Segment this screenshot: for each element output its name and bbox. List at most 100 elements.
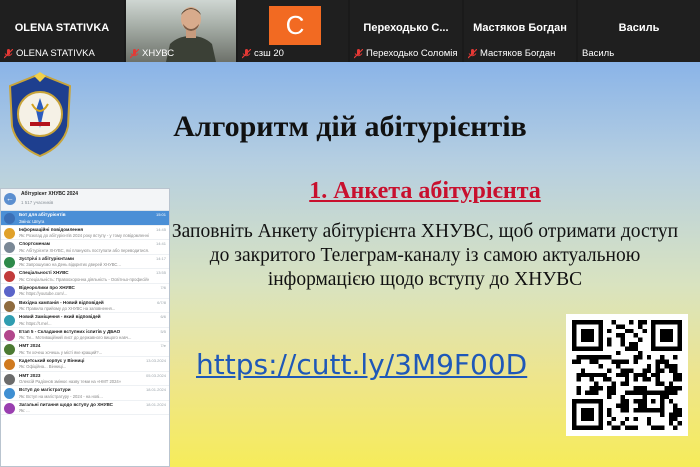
chat-avatar: [4, 213, 15, 224]
telegram-chat-row: НМТ 2023 Олексій Радіонов змінює назву те…: [1, 372, 169, 387]
telegram-header: ← Абітурієнт ХНУВС 2024 1 517 учасників: [1, 189, 169, 211]
telegram-chat-row: Вихідна кампанія - Новий відповідей Як: П…: [1, 299, 169, 314]
chat-avatar: [4, 358, 15, 370]
participant-label-text: Василь: [582, 48, 615, 59]
chat-last-message: Як: Спеціальність: Правоохоронна діяльні…: [19, 276, 149, 282]
participant-display-name: Мастяков Богдан: [473, 22, 567, 34]
chat-time: 7/6: [160, 284, 166, 290]
telegram-chat-row: Загальні питання щодо вступу до ХНУВС Як:…: [1, 401, 169, 416]
chat-time: 5/5: [160, 328, 166, 334]
chat-avatar: [4, 271, 15, 283]
chat-avatar: [4, 388, 15, 400]
chat-avatar: [4, 402, 15, 414]
telegram-chat-list: Бот для абітурієнтів Зміна: Шпуга 15:01 Інф…: [1, 211, 169, 416]
participant-label: ХНУВС: [130, 48, 174, 59]
chat-time: 15:01: [155, 212, 166, 217]
chat-time: 6/6: [160, 314, 166, 320]
telegram-chat-row: Кадетський корпус у Вінниці Як: Офіційна.…: [1, 357, 169, 372]
chat-last-message: Як: Ти... Мотиваційний лист до державног…: [19, 335, 132, 341]
step-title: 1. Анкета абітурієнта: [230, 178, 620, 205]
participant-strip: OLENA STATIVKA OLENA STATIVKA ХНУВС С сз…: [0, 0, 700, 62]
chat-avatar: [4, 300, 15, 312]
chat-last-message: Як: https://youtube.com/...: [19, 291, 68, 297]
participant-label-text: Мастяков Богдан: [480, 48, 556, 59]
chat-avatar: [4, 285, 15, 297]
chat-name: Кадетський корпус у Вінниці: [19, 357, 85, 363]
telegram-group-title: Абітурієнт ХНУВС 2024: [21, 191, 78, 197]
participant-tile-video[interactable]: ХНУВС: [126, 0, 236, 62]
participant-tile-mastiakov[interactable]: Мастяков Богдан Мастяков Богдан: [464, 0, 576, 62]
mic-muted-icon: [4, 48, 13, 59]
chat-last-message: Як: Офіційна... Вінниці...: [19, 364, 67, 370]
chat-name: Вихідна кампанія - Новий відповідей: [19, 299, 104, 305]
mic-muted-icon: [468, 48, 477, 59]
slide-title: Алгоритм дій абітурієнтів: [173, 110, 527, 143]
participant-tile-szsh[interactable]: С сзш 20: [238, 0, 348, 62]
mic-muted-icon: [354, 48, 363, 59]
telegram-chat-row: Спортсменам Як: Абітурієнти ХНУВС, які пл…: [1, 240, 169, 255]
telegram-chat-row: Спеціальності ХНУВС Як: Спеціальність: Пр…: [1, 269, 169, 284]
participant-tile-perekhodko[interactable]: Переходько С... Переходько Соломія: [350, 0, 462, 62]
qr-code: [566, 314, 688, 436]
chat-name: Етап 5 - Складання вступних іспитів у ДБ…: [19, 328, 121, 334]
telegram-chat-row: Бот для абітурієнтів Зміна: Шпуга 15:01: [1, 211, 169, 226]
participant-display-name: Переходько С...: [363, 22, 449, 34]
participant-label: Василь: [582, 48, 614, 59]
telegram-chat-row: Вступ до магістратури Як: Вступ на магіст…: [1, 386, 169, 401]
participant-avatar: С: [269, 6, 321, 45]
chat-last-message: Як: Розклад до абітурієнтів 2024 року вс…: [19, 233, 149, 239]
chat-last-message: Як: https://t.me/...: [19, 320, 52, 326]
participant-label: OLENA STATIVKA: [4, 48, 95, 59]
participant-display-name: Василь: [618, 22, 660, 34]
chat-time: 13:55: [155, 270, 166, 276]
chat-last-message: Олексій Радіонов змінює назву теми на «Н…: [19, 379, 122, 385]
chat-time: 6/7/8: [157, 299, 166, 305]
chat-avatar: [4, 329, 15, 341]
chat-time: 13.03.2024: [145, 357, 166, 363]
chat-avatar: [4, 242, 15, 254]
participant-label: Мастяков Богдан: [468, 48, 555, 59]
chat-time: 7/e: [160, 343, 166, 349]
chat-name: Інформаційні повідомлення: [19, 226, 84, 232]
telegram-chat-row: Зустрічі з абітурієнтами Як: Запрошуємо н…: [1, 255, 169, 270]
telegram-group-subtitle: 1 517 учасників: [21, 200, 54, 205]
chat-avatar: [4, 315, 15, 327]
chat-name: Спеціальності ХНУВС: [19, 270, 69, 276]
chat-time: 14:45: [155, 226, 166, 232]
chat-time: 05.03.2024: [145, 372, 166, 378]
chat-avatar: [4, 373, 15, 385]
shared-screen-slide: Алгоритм дій абітурієнтів ← Абітурієнт Х…: [0, 62, 700, 467]
chat-name: Загальні питання щодо вступу до ХНУВС: [19, 401, 113, 407]
participant-label-text: Переходько Соломія: [366, 48, 458, 59]
chat-name: Вступ до магістратури: [19, 387, 71, 393]
chat-name: Зустрічі з абітурієнтами: [19, 255, 74, 261]
chat-name: НМТ 2023: [19, 372, 41, 378]
chat-avatar: [4, 344, 15, 356]
participant-label: сзш 20: [242, 48, 284, 59]
chat-last-message: Як: ...: [19, 408, 30, 414]
participant-display-name: OLENA STATIVKA: [14, 22, 110, 34]
chat-last-message: Як: Абітурієнти ХНУВС, які планують пост…: [19, 247, 149, 253]
chat-last-message: Як: Правила прийому до ХНУВС на заповнен…: [19, 306, 116, 312]
chat-name: Бот для абітурієнтів: [19, 212, 66, 217]
back-arrow-icon: ←: [4, 193, 16, 205]
chat-last-message: Як: Запрошуємо на День відкритих дверей …: [19, 262, 121, 268]
participant-tile-vasyl[interactable]: Василь Василь: [578, 0, 700, 62]
chat-last-message: Як: Ти хочеш хочешь у місті яке кращий?.…: [19, 349, 103, 355]
chat-time: 18.01.2024: [145, 401, 166, 407]
form-link[interactable]: https://cutt.ly/3M9F00D: [196, 348, 527, 381]
chat-name: Новий Заміщення - який відповідей: [19, 314, 101, 320]
step-title-text: 1. Анкета абітурієнта: [309, 178, 541, 204]
qr-code-image: [572, 320, 682, 430]
telegram-chat-row: Новий Заміщення - який відповідей Як: htt…: [1, 313, 169, 328]
participant-tile-olena[interactable]: OLENA STATIVKA OLENA STATIVKA: [0, 0, 124, 62]
participant-label-text: сзш 20: [254, 48, 284, 59]
participant-label-text: ХНУВС: [142, 48, 175, 59]
participant-label: Переходько Соломія: [354, 48, 458, 59]
chat-last-message: Зміна: Шпуга: [19, 218, 45, 224]
chat-name: Спортсменам: [19, 241, 51, 247]
mic-muted-icon: [242, 48, 251, 59]
chat-avatar: [4, 256, 15, 268]
telegram-chat-row: Етап 5 - Складання вступних іспитів у ДБ…: [1, 328, 169, 343]
chat-time: 14:17: [155, 255, 166, 261]
